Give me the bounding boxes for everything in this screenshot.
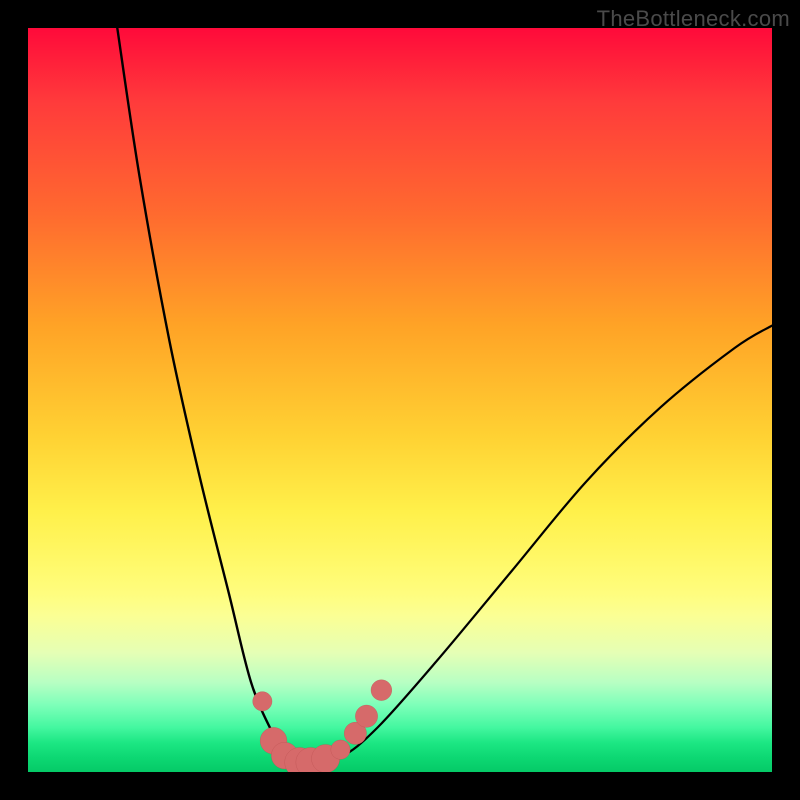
marker-dot xyxy=(355,705,377,727)
marker-dot xyxy=(311,744,339,772)
marker-dot xyxy=(253,692,272,711)
curve-layer xyxy=(28,28,772,772)
left-curve xyxy=(117,28,303,765)
chart-canvas xyxy=(28,28,772,772)
marker-dot xyxy=(271,742,298,769)
marker-dot xyxy=(260,727,287,754)
marker-dot xyxy=(344,722,366,744)
marker-dot xyxy=(371,680,392,701)
right-curve xyxy=(303,326,772,765)
marker-dot xyxy=(331,740,350,759)
marker-dot xyxy=(285,747,315,772)
watermark-text: TheBottleneck.com xyxy=(597,6,790,32)
marker-layer xyxy=(28,28,772,772)
marker-dot xyxy=(296,747,326,772)
